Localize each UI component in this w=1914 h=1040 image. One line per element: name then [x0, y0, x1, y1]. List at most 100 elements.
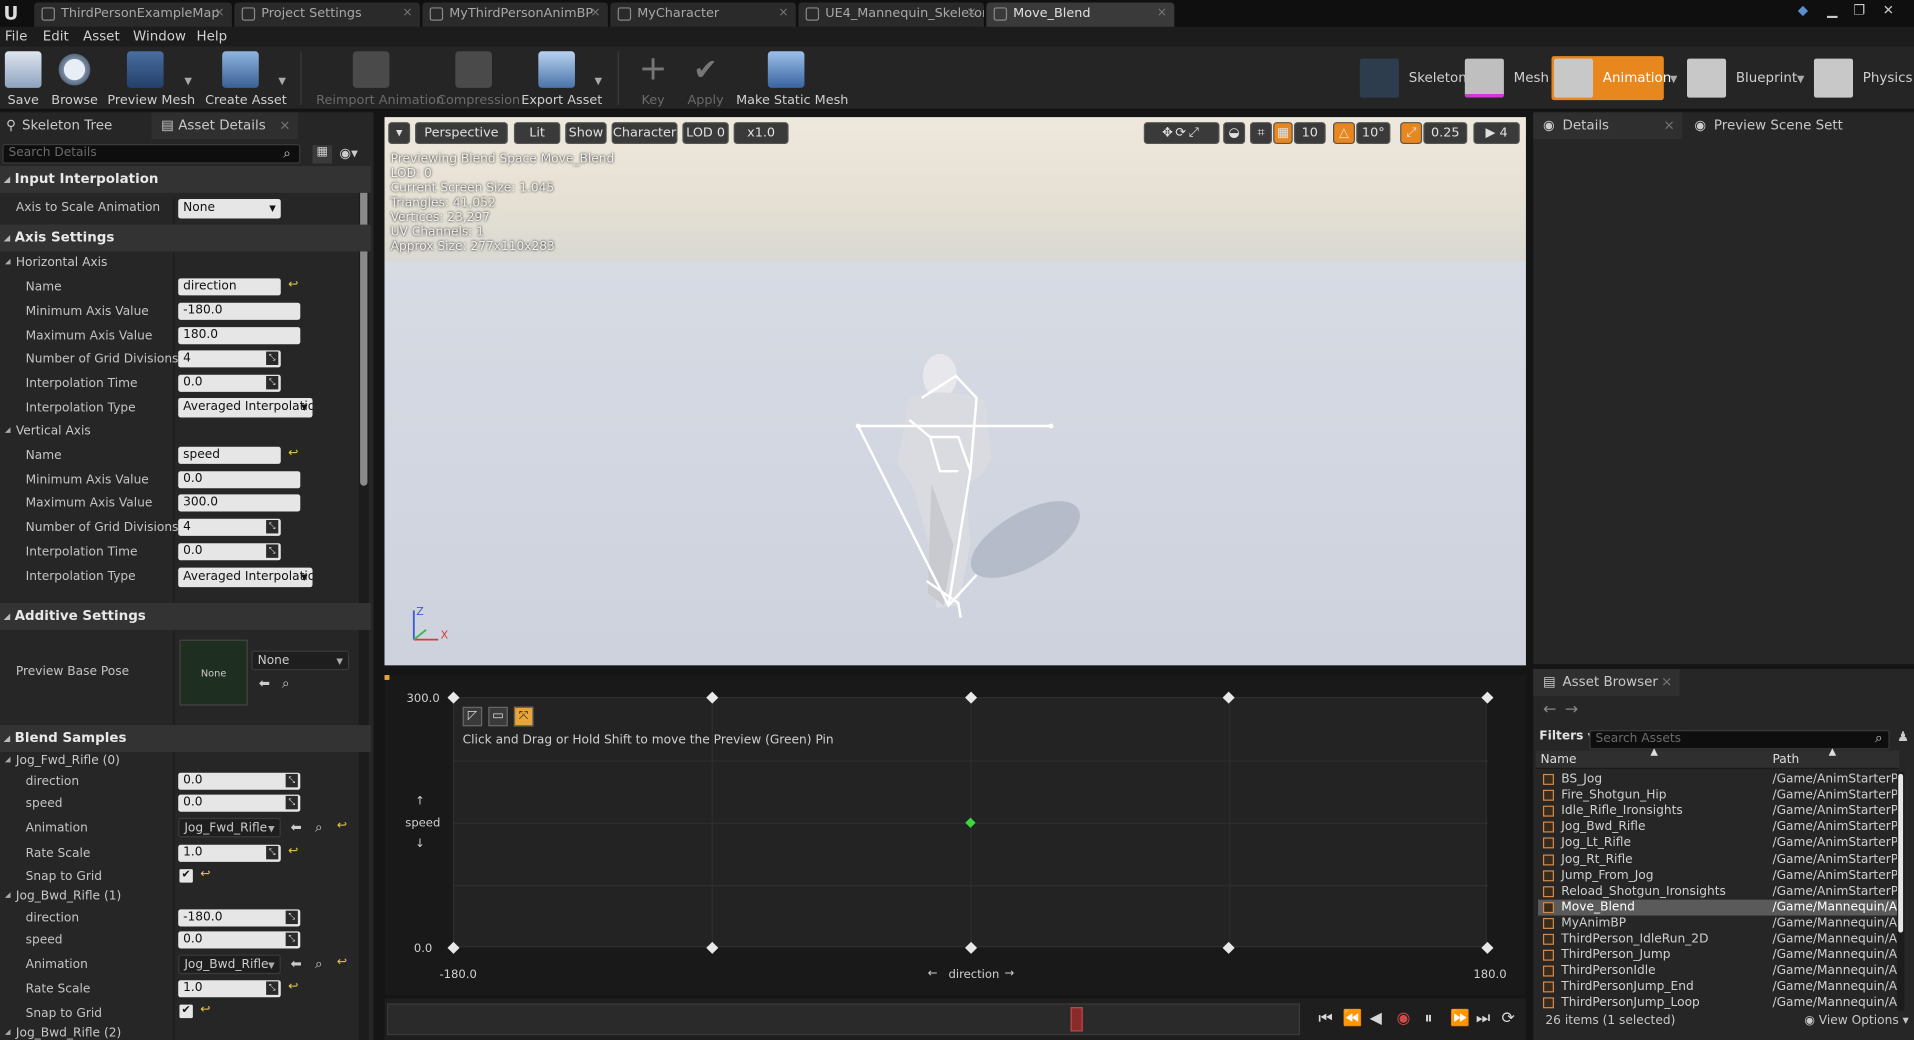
spin-icon[interactable]: ⤡ — [266, 375, 279, 390]
sample-0-speed-field[interactable]: 0.0 ⤡ — [178, 794, 301, 812]
tab-preview-scene-settings[interactable]: ◉ Preview Scene Sett — [1689, 112, 1843, 139]
menu-help[interactable]: Help — [197, 28, 228, 44]
reset-icon[interactable]: ↩ — [200, 1003, 210, 1016]
back-arrow-icon[interactable]: ← — [1543, 701, 1556, 719]
category-input-interpolation[interactable]: Input Interpolation — [0, 166, 372, 193]
record-icon[interactable]: ◉ — [1396, 1010, 1410, 1028]
pause-icon[interactable]: ⏸ — [1425, 1010, 1433, 1028]
export-dropdown-icon[interactable]: ▼ — [594, 76, 602, 87]
tab-asset-browser[interactable]: ▤ Asset Browser × — [1533, 668, 1680, 696]
use-selected-arrow-icon[interactable]: ⬅ — [259, 675, 270, 691]
spin-icon[interactable]: ⤡ — [285, 795, 298, 810]
menu-edit[interactable]: Edit — [43, 28, 69, 44]
eye-icon[interactable]: ◉▾ — [339, 145, 357, 161]
close-icon[interactable]: × — [1664, 112, 1675, 139]
browse-search-icon[interactable]: ⌕ — [315, 819, 323, 836]
asset-list-item[interactable]: Jog_Lt_Rifle/Game/AnimStarterP — [1538, 835, 1902, 851]
spin-icon[interactable]: ⤡ — [266, 845, 279, 860]
col-path[interactable]: Path — [1772, 753, 1799, 766]
reimport-animation-button[interactable]: Reimport Animation — [316, 49, 444, 107]
v-grid-field[interactable]: 4 ⤡ — [178, 518, 281, 536]
user-icon[interactable]: ♟ — [1897, 729, 1909, 745]
sample-2-header[interactable]: Jog_Bwd_Rifle (2) — [5, 1027, 121, 1040]
h-grid-field[interactable]: 4 ⤡ — [178, 350, 281, 368]
v-interp-time-field[interactable]: 0.0 ⤡ — [178, 543, 281, 561]
playhead[interactable] — [1070, 1007, 1083, 1032]
sample-0-animation-combo[interactable]: Jog_Fwd_Rifle — [178, 817, 281, 838]
close-icon[interactable]: × — [966, 2, 976, 24]
spin-icon[interactable]: ⤡ — [266, 981, 279, 995]
browse-search-icon[interactable]: ⌕ — [282, 675, 290, 692]
sample-1-speed-field[interactable]: 0.0 ⤡ — [178, 931, 301, 949]
asset-list-item[interactable]: Fire_Shotgun_Hip/Game/AnimStarterP — [1538, 787, 1902, 803]
view-options-icon[interactable]: ▦ — [312, 145, 333, 164]
spin-icon[interactable]: ⤡ — [266, 351, 279, 365]
reset-icon[interactable]: ↩ — [288, 845, 298, 858]
blueprint-mode-dropdown-icon[interactable]: ▼ — [1797, 73, 1805, 84]
spin-icon[interactable]: ⤡ — [266, 544, 279, 558]
axis-to-scale-combo[interactable]: None — [178, 198, 281, 219]
sample-1-header[interactable]: Jog_Bwd_Rifle (1) — [5, 890, 121, 903]
h-name-field[interactable]: direction — [178, 278, 281, 296]
maximize-button[interactable]: ❐ — [1848, 2, 1870, 19]
show-names-toggle-icon[interactable]: ▭ — [488, 706, 508, 727]
asset-search-input[interactable]: Search Assets — [1589, 729, 1890, 750]
asset-list-item[interactable]: Move_Blend/Game/Mannequin/A — [1538, 899, 1902, 916]
browse-button[interactable]: Browse — [51, 49, 98, 107]
timeline-scrubber[interactable] — [386, 1003, 1301, 1036]
step-back-icon[interactable]: ⏪ — [1343, 1010, 1363, 1028]
spin-icon[interactable]: ⤡ — [285, 910, 298, 925]
close-icon[interactable]: × — [402, 2, 412, 24]
use-selected-arrow-icon[interactable]: ⬅ — [291, 819, 302, 835]
close-icon[interactable]: × — [214, 2, 224, 24]
spin-icon[interactable]: ⤡ — [285, 932, 298, 947]
minimize-button[interactable]: ▁ — [1821, 2, 1843, 19]
mode-mesh-button[interactable]: Mesh — [1464, 56, 1549, 100]
tab-my-character[interactable]: MyCharacter × — [610, 2, 796, 27]
asset-list-item[interactable]: Jog_Rt_Rifle/Game/AnimStarterP — [1538, 851, 1902, 867]
category-axis-settings[interactable]: Axis Settings — [0, 224, 372, 252]
tab-project-settings[interactable]: Project Settings × — [234, 2, 420, 27]
preview-mesh-button[interactable]: Preview Mesh — [107, 49, 195, 107]
to-end-icon[interactable]: ⏭ — [1476, 1010, 1490, 1028]
menu-asset[interactable]: Asset — [83, 28, 120, 44]
compression-button[interactable]: Compression — [437, 49, 520, 107]
asset-list-item[interactable]: MyAnimBP/Game/Mannequin/A — [1538, 915, 1902, 931]
asset-list-item[interactable]: ThirdPersonJump_Loop/Game/Mannequin/A — [1538, 995, 1902, 1010]
play-reverse-icon[interactable]: ◀ — [1370, 1010, 1382, 1028]
asset-list-item[interactable]: Jump_From_Jog/Game/AnimStarterP — [1538, 867, 1902, 883]
stretch-toggle-icon[interactable]: ⤧ — [513, 706, 534, 727]
reset-icon[interactable]: ↩ — [337, 819, 347, 832]
close-icon[interactable]: × — [590, 2, 600, 24]
reset-icon[interactable]: ↩ — [337, 956, 347, 969]
reset-icon[interactable]: ↩ — [288, 447, 298, 460]
make-static-mesh-button[interactable]: Make Static Mesh — [736, 49, 848, 107]
asset-scrollbar[interactable] — [1896, 771, 1905, 1011]
sample-1-animation-combo[interactable]: Jog_Bwd_Rifle — [178, 954, 281, 975]
asset-list-item[interactable]: ThirdPerson_Jump/Game/Mannequin/A — [1538, 947, 1902, 963]
h-max-field[interactable]: 180.0 — [178, 327, 301, 345]
view-options-button[interactable]: ◉ View Options ▾ — [1804, 1014, 1909, 1027]
close-icon[interactable]: × — [1157, 2, 1167, 24]
scrollbar-thumb[interactable] — [360, 170, 368, 486]
mode-physics-button[interactable]: Physics — [1813, 56, 1912, 100]
h-interp-time-field[interactable]: 0.0 ⤡ — [178, 374, 281, 392]
mode-animation-button[interactable]: Animation — [1551, 56, 1671, 101]
tab-ue4-mannequin-skeleton[interactable]: UE4_Mannequin_Skeleton × — [798, 2, 984, 27]
preview-viewport[interactable]: ▾ Perspective Lit Show Character LOD 0 x… — [384, 117, 1526, 666]
forward-arrow-icon[interactable]: → — [1565, 701, 1578, 719]
v-interp-type-combo[interactable]: Averaged Interpolation — [178, 567, 313, 588]
sample-1-direction-field[interactable]: -180.0 ⤡ — [178, 909, 301, 927]
notification-icon[interactable]: ◆ — [1792, 2, 1814, 19]
save-button[interactable]: Save — [4, 49, 42, 107]
horizontal-axis-header[interactable]: Horizontal Axis — [5, 256, 108, 269]
scrollbar-thumb[interactable] — [1898, 773, 1904, 933]
base-pose-thumbnail[interactable]: None — [179, 639, 248, 706]
sample-0-direction-field[interactable]: 0.0 ⤡ — [178, 772, 301, 790]
create-asset-button[interactable]: Create Asset — [205, 49, 287, 107]
filters-button[interactable]: Filters ▾ — [1539, 730, 1594, 743]
asset-list-item[interactable]: Jog_Bwd_Rifle/Game/AnimStarterP — [1538, 819, 1902, 835]
close-icon[interactable]: × — [279, 112, 290, 139]
asset-list-item[interactable]: BS_Jog/Game/AnimStarterP — [1538, 771, 1902, 787]
animation-mode-dropdown-icon[interactable]: ▼ — [1670, 73, 1678, 84]
